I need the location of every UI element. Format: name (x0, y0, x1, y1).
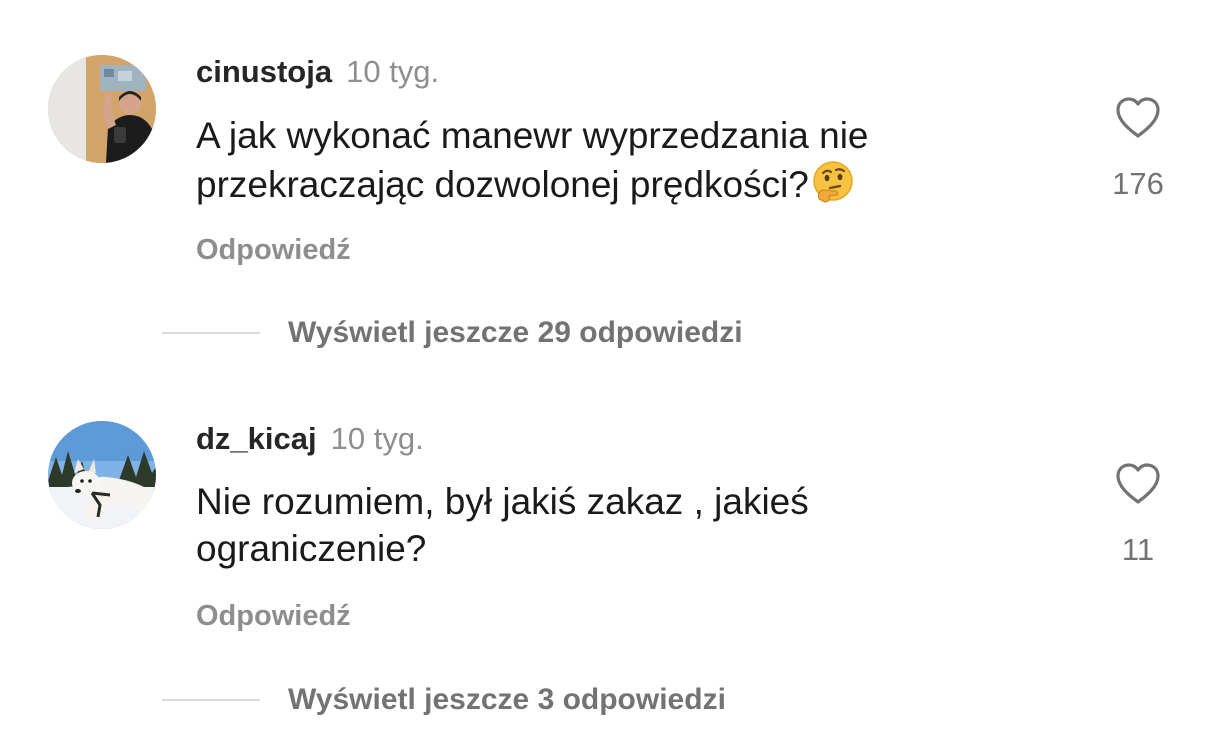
view-more-divider (162, 699, 260, 701)
view-more-label: Wyświetl jeszcze 3 odpowiedzi (288, 683, 726, 716)
comment-meta: dz_kicaj 10 tyg. (196, 421, 424, 457)
comment-text-line: ograniczenie? (196, 528, 427, 569)
comment-text-line: A jak wykonać manewr wyprzedzania nie (196, 115, 869, 156)
comment-username[interactable]: dz_kicaj (196, 421, 317, 456)
avatar-image (48, 421, 156, 529)
comment-text-line: przekraczając dozwolonej prędkości? (196, 164, 809, 205)
avatar[interactable] (48, 421, 156, 529)
avatar[interactable] (48, 55, 156, 163)
thinking-face-icon (811, 159, 855, 214)
comment-text-line-with-emoji: przekraczając dozwolonej prędkości? (196, 159, 1056, 214)
view-more-replies-button[interactable]: Wyświetl jeszcze 29 odpowiedzi (162, 313, 743, 353)
comment-username[interactable]: cinustoja (196, 54, 332, 89)
reply-button[interactable]: Odpowiedź (196, 233, 351, 267)
avatar-image (48, 55, 156, 163)
heart-icon[interactable] (1114, 96, 1162, 140)
comment-text: Nie rozumiem, był jakiś zakaz , jakieś o… (196, 478, 1056, 572)
comment-text-line: Nie rozumiem, był jakiś zakaz , jakieś (196, 481, 809, 522)
reply-button[interactable]: Odpowiedź (196, 599, 351, 633)
comment-time: 10 tyg. (346, 54, 440, 89)
view-more-label: Wyświetl jeszcze 29 odpowiedzi (288, 316, 743, 349)
view-more-replies-button[interactable]: Wyświetl jeszcze 3 odpowiedzi (162, 680, 726, 720)
comment-meta: cinustoja 10 tyg. (196, 54, 439, 90)
comment-text: A jak wykonać manewr wyprzedzania nie pr… (196, 112, 1056, 214)
heart-icon[interactable] (1114, 462, 1162, 506)
like-control: 176 (1108, 96, 1168, 202)
comment-time: 10 tyg. (330, 421, 424, 456)
like-control: 11 (1108, 462, 1168, 568)
like-count: 176 (1112, 166, 1164, 201)
like-count: 11 (1121, 532, 1155, 567)
view-more-divider (162, 332, 260, 334)
